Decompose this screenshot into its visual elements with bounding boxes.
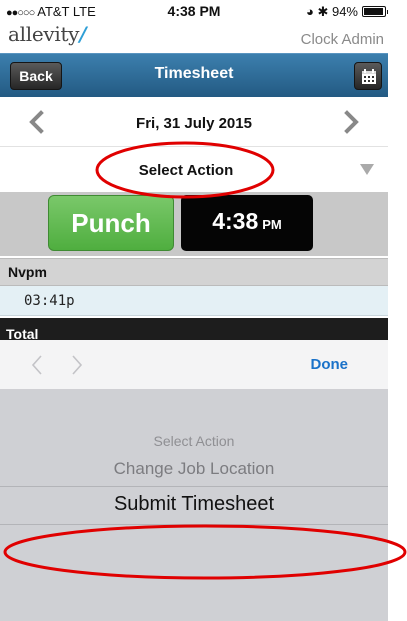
select-action-label: Select Action xyxy=(138,162,234,179)
battery-fill xyxy=(364,8,383,15)
table-row[interactable]: 03:41p xyxy=(0,286,388,316)
punch-strip: Punch 4:38 PM xyxy=(0,192,388,256)
picker-wheel[interactable]: Select Action Change Job Location Submit… xyxy=(0,390,388,621)
picker-option-selected[interactable]: Submit Timesheet xyxy=(0,493,388,516)
picker-toolbar: Done xyxy=(0,340,388,390)
clock-time: 4:38 xyxy=(212,208,259,234)
page-title: Timesheet xyxy=(154,65,234,82)
logo-text: allevity xyxy=(8,22,80,46)
section-header: Nvpm xyxy=(0,258,388,286)
picker-option[interactable]: Select Action xyxy=(0,433,388,449)
selection-divider-bottom xyxy=(0,524,388,525)
section-title: Nvpm xyxy=(8,264,47,280)
chevron-right-icon[interactable] xyxy=(340,110,362,134)
bluetooth-icon: ✱ xyxy=(317,4,329,19)
picker-prev-icon[interactable] xyxy=(30,354,44,376)
clock-admin-label: Clock Admin xyxy=(300,31,384,48)
picker-next-icon[interactable] xyxy=(70,354,84,376)
brand-bar: allevity/ Clock Admin xyxy=(0,22,388,52)
select-action-dropdown[interactable]: Select Action xyxy=(0,147,388,192)
calendar-icon xyxy=(362,69,376,84)
logo-swoosh-icon: / xyxy=(79,22,87,46)
calendar-button[interactable] xyxy=(354,62,382,90)
allevity-logo: allevity/ xyxy=(8,22,87,46)
clock-display: 4:38 PM xyxy=(181,195,313,251)
phone-screen: ●●○○○ AT&T LTE 4:38 PM ◕ ✱ 94% allevity/ … xyxy=(0,0,388,621)
punch-button[interactable]: Punch xyxy=(48,195,174,251)
battery-percent: 94% xyxy=(331,4,358,19)
status-right: ◕ ✱ 94% xyxy=(306,4,358,20)
battery-icon xyxy=(362,6,388,17)
selection-divider-top xyxy=(0,486,388,487)
status-bar: ●●○○○ AT&T LTE 4:38 PM ◕ ✱ 94% xyxy=(0,0,388,22)
clock-ampm: PM xyxy=(262,217,282,232)
done-button[interactable]: Done xyxy=(311,356,349,373)
date-row: Fri, 31 July 2015 xyxy=(0,97,388,147)
dropdown-arrow-icon xyxy=(360,164,374,175)
alarm-icon: ◕ xyxy=(305,4,314,19)
total-row: Total xyxy=(0,318,388,342)
nav-bar: Back Timesheet xyxy=(0,53,388,97)
entry-time: 03:41p xyxy=(24,293,75,309)
battery-nub xyxy=(387,10,388,14)
date-label: Fri, 31 July 2015 xyxy=(136,115,252,132)
picker-option[interactable]: Change Job Location xyxy=(0,459,388,479)
